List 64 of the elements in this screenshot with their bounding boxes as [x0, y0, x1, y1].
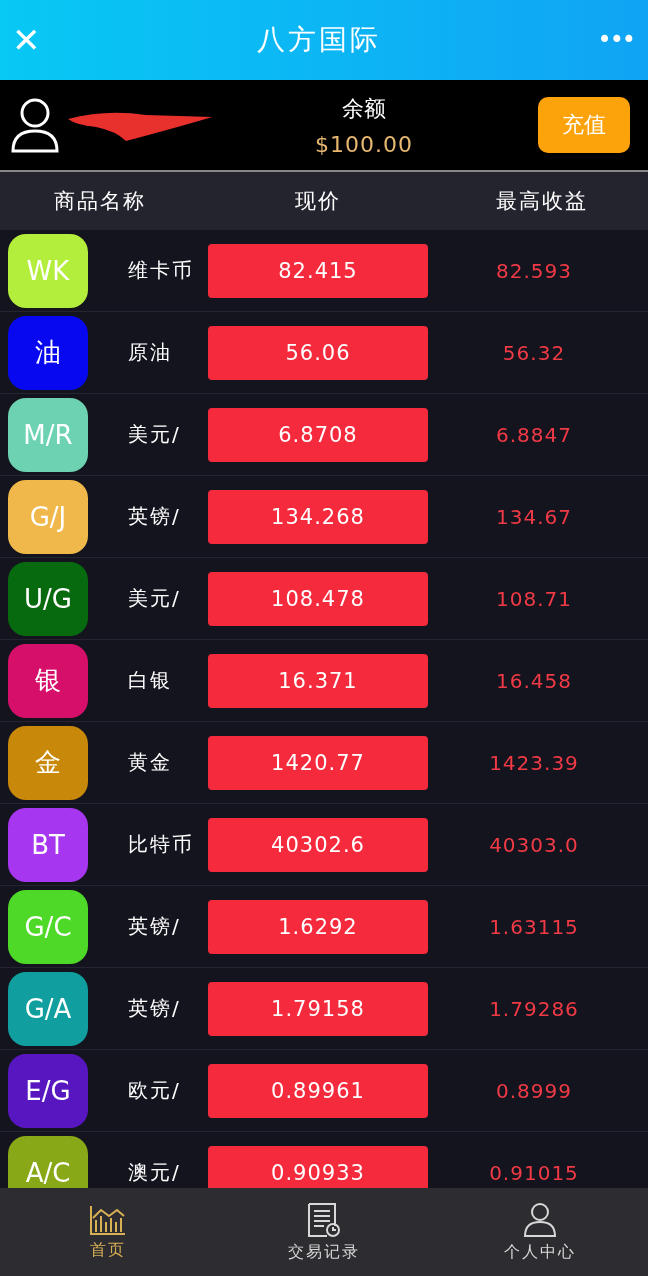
- high-value: 82.593: [495, 258, 573, 283]
- price-button[interactable]: 0.89961: [208, 1063, 428, 1118]
- symbol-badge: 金: [8, 725, 88, 800]
- symbol-badge: 油: [8, 315, 88, 390]
- symbol-badge: U/G: [8, 561, 88, 636]
- symbol-badge: G/A: [8, 971, 88, 1046]
- product-name: 白银: [128, 667, 173, 694]
- person-icon: [523, 1201, 557, 1238]
- high-value: 108.71: [495, 586, 573, 611]
- high-value: 0.91015: [488, 1160, 580, 1185]
- price-button[interactable]: 6.8708: [208, 407, 428, 462]
- symbol-badge: WK: [8, 233, 88, 308]
- high-value: 1.79286: [488, 996, 580, 1021]
- high-value: 56.32: [501, 340, 567, 365]
- product-name: 美元/: [128, 585, 182, 612]
- high-value: 0.8999: [495, 1078, 573, 1103]
- tab-item[interactable]: 交易记录: [216, 1188, 432, 1276]
- product-name: 维卡币: [128, 257, 195, 284]
- product-name: 英镑/: [128, 503, 182, 530]
- high-value: 134.67: [495, 504, 573, 529]
- symbol-badge: A/C: [8, 1135, 88, 1188]
- document-clock-icon: [307, 1201, 341, 1238]
- product-name: 美元/: [128, 421, 182, 448]
- symbol-badge: BT: [8, 807, 88, 882]
- symbol-badge: 银: [8, 643, 88, 718]
- price-button[interactable]: 1420.77: [208, 735, 428, 790]
- price-button[interactable]: 82.415: [208, 243, 428, 298]
- close-button[interactable]: ✕: [12, 20, 41, 60]
- more-button[interactable]: •••: [597, 26, 634, 54]
- symbol-badge: G/J: [8, 479, 88, 554]
- product-name: 英镑/: [128, 995, 182, 1022]
- price-button[interactable]: 108.478: [208, 571, 428, 626]
- tab-item[interactable]: 个人中心: [432, 1188, 648, 1276]
- high-value: 6.8847: [495, 422, 573, 447]
- product-name: 澳元/: [128, 1159, 182, 1186]
- product-name: 欧元/: [128, 1077, 182, 1104]
- tab-item[interactable]: 首页: [0, 1188, 216, 1276]
- price-button[interactable]: 0.90933: [208, 1145, 428, 1188]
- page-title: 八方国际: [257, 22, 381, 58]
- price-button[interactable]: 40302.6: [208, 817, 428, 872]
- product-name: 英镑/: [128, 913, 182, 940]
- user-icon: [10, 97, 60, 153]
- price-button[interactable]: 56.06: [208, 325, 428, 380]
- high-value: 1.63115: [488, 914, 580, 939]
- chart-icon: [89, 1203, 127, 1236]
- balance-label: 余额: [342, 94, 386, 123]
- price-button[interactable]: 16.371: [208, 653, 428, 708]
- high-value: 40303.0: [488, 832, 580, 857]
- price-button[interactable]: 1.79158: [208, 981, 428, 1036]
- price-button[interactable]: 134.268: [208, 489, 428, 544]
- price-button[interactable]: 1.6292: [208, 899, 428, 954]
- balance-amount: $100.00: [315, 131, 413, 157]
- product-name: 黄金: [128, 749, 173, 776]
- symbol-badge: G/C: [8, 889, 88, 964]
- high-value: 16.458: [495, 668, 573, 693]
- column-header: 最高收益: [495, 188, 589, 215]
- column-header: 商品名称: [53, 188, 147, 215]
- high-value: 1423.39: [488, 750, 580, 775]
- recharge-button[interactable]: 充值: [538, 97, 630, 153]
- column-header: 现价: [294, 188, 342, 215]
- symbol-badge: E/G: [8, 1053, 88, 1128]
- product-name: 比特币: [128, 831, 195, 858]
- symbol-badge: M/R: [8, 397, 88, 472]
- product-name: 原油: [128, 339, 173, 366]
